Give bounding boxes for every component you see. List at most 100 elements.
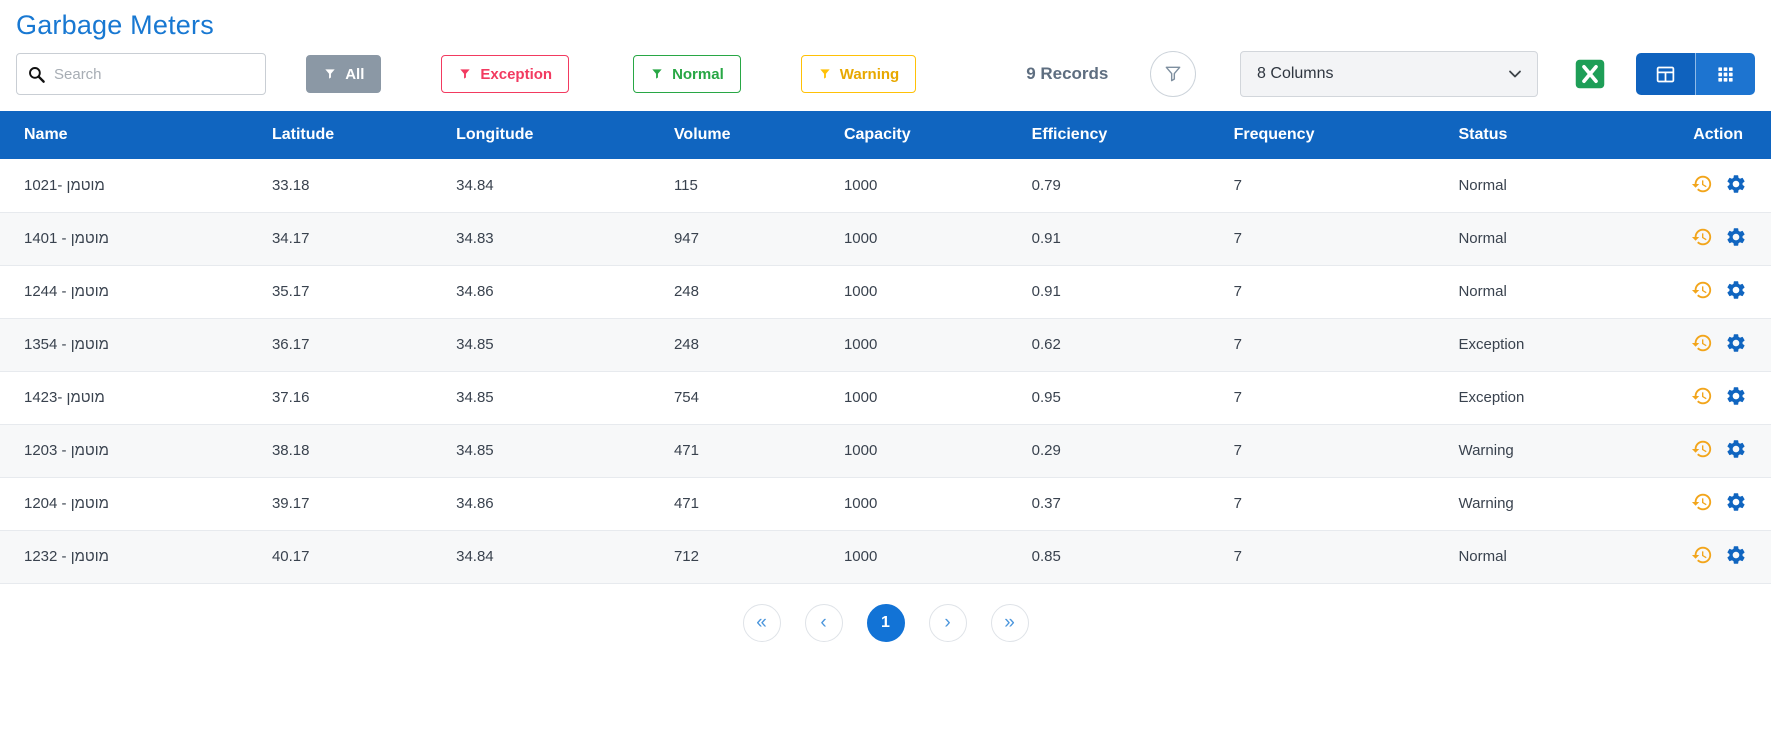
cell-volume: 248 bbox=[650, 318, 820, 371]
filter-warning-button[interactable]: Warning bbox=[801, 55, 916, 93]
cell-volume: 754 bbox=[650, 371, 820, 424]
cell-latitude: 35.17 bbox=[248, 265, 432, 318]
pagination-prev-button[interactable]: ‹ bbox=[805, 604, 843, 642]
funnel-icon bbox=[458, 67, 472, 81]
cell-action bbox=[1651, 424, 1771, 477]
pagination-last-button[interactable]: » bbox=[991, 604, 1029, 642]
cell-name: 1204 - מוטמן bbox=[0, 477, 248, 530]
settings-gear-icon[interactable] bbox=[1721, 489, 1751, 518]
column-header-latitude[interactable]: Latitude bbox=[248, 111, 432, 159]
cell-capacity: 1000 bbox=[820, 530, 1008, 583]
cell-latitude: 39.17 bbox=[248, 477, 432, 530]
funnel-icon bbox=[323, 67, 337, 81]
funnel-icon bbox=[650, 67, 664, 81]
pagination-next-button[interactable]: › bbox=[929, 604, 967, 642]
column-header-capacity[interactable]: Capacity bbox=[820, 111, 1008, 159]
cell-latitude: 34.17 bbox=[248, 212, 432, 265]
cell-frequency: 7 bbox=[1210, 212, 1435, 265]
cell-longitude: 34.84 bbox=[432, 159, 650, 212]
cell-status: Exception bbox=[1434, 371, 1650, 424]
filter-menu-button[interactable] bbox=[1150, 51, 1196, 97]
cell-capacity: 1000 bbox=[820, 424, 1008, 477]
cell-efficiency: 0.37 bbox=[1008, 477, 1210, 530]
cell-volume: 712 bbox=[650, 530, 820, 583]
cell-frequency: 7 bbox=[1210, 159, 1435, 212]
chevron-down-icon bbox=[1507, 66, 1523, 82]
table-row: 1232 - מוטמן 40.17 34.84 712 1000 0.85 7… bbox=[0, 530, 1771, 583]
cell-longitude: 34.86 bbox=[432, 265, 650, 318]
cell-volume: 471 bbox=[650, 424, 820, 477]
cell-efficiency: 0.62 bbox=[1008, 318, 1210, 371]
settings-gear-icon[interactable] bbox=[1721, 171, 1751, 200]
cell-volume: 115 bbox=[650, 159, 820, 212]
grid-view-button[interactable] bbox=[1695, 53, 1755, 95]
history-icon[interactable] bbox=[1687, 224, 1717, 253]
excel-export-button[interactable] bbox=[1572, 56, 1608, 92]
table-row: 1204 - מוטמן 39.17 34.86 471 1000 0.37 7… bbox=[0, 477, 1771, 530]
cell-capacity: 1000 bbox=[820, 159, 1008, 212]
cell-volume: 248 bbox=[650, 265, 820, 318]
cell-name: 1232 - מוטמן bbox=[0, 530, 248, 583]
double-chevron-left-icon: « bbox=[756, 613, 767, 632]
table-view-button[interactable] bbox=[1636, 53, 1696, 95]
history-icon[interactable] bbox=[1687, 489, 1717, 518]
settings-gear-icon[interactable] bbox=[1721, 224, 1751, 253]
meters-table: Name Latitude Longitude Volume Capacity … bbox=[0, 111, 1771, 584]
cell-capacity: 1000 bbox=[820, 477, 1008, 530]
funnel-icon bbox=[818, 67, 832, 81]
cell-action bbox=[1651, 265, 1771, 318]
cell-latitude: 37.16 bbox=[248, 371, 432, 424]
cell-volume: 947 bbox=[650, 212, 820, 265]
table-header-row: Name Latitude Longitude Volume Capacity … bbox=[0, 111, 1771, 159]
cell-longitude: 34.84 bbox=[432, 530, 650, 583]
column-header-name[interactable]: Name bbox=[0, 111, 248, 159]
filter-normal-button[interactable]: Normal bbox=[633, 55, 741, 93]
cell-frequency: 7 bbox=[1210, 424, 1435, 477]
search-input[interactable] bbox=[54, 66, 255, 83]
cell-action bbox=[1651, 212, 1771, 265]
settings-gear-icon[interactable] bbox=[1721, 542, 1751, 571]
table-body: 1021- מוטמן 33.18 34.84 115 1000 0.79 7 … bbox=[0, 159, 1771, 583]
cell-action bbox=[1651, 371, 1771, 424]
cell-action bbox=[1651, 477, 1771, 530]
history-icon[interactable] bbox=[1687, 277, 1717, 306]
records-count: 9 Records bbox=[1026, 64, 1108, 84]
filter-exception-button[interactable]: Exception bbox=[441, 55, 569, 93]
history-icon[interactable] bbox=[1687, 383, 1717, 412]
filter-all-button[interactable]: All bbox=[306, 55, 381, 93]
cell-name: 1423- מוטמן bbox=[0, 371, 248, 424]
history-icon[interactable] bbox=[1687, 542, 1717, 571]
columns-select[interactable]: 8 Columns bbox=[1240, 51, 1538, 97]
column-header-longitude[interactable]: Longitude bbox=[432, 111, 650, 159]
cell-volume: 471 bbox=[650, 477, 820, 530]
settings-gear-icon[interactable] bbox=[1721, 383, 1751, 412]
column-header-efficiency[interactable]: Efficiency bbox=[1008, 111, 1210, 159]
cell-status: Normal bbox=[1434, 159, 1650, 212]
column-header-status[interactable]: Status bbox=[1434, 111, 1650, 159]
funnel-outline-icon bbox=[1163, 64, 1183, 84]
toolbar: All Exception Normal Warning 9 Records bbox=[0, 47, 1771, 101]
cell-action bbox=[1651, 530, 1771, 583]
settings-gear-icon[interactable] bbox=[1721, 330, 1751, 359]
history-icon[interactable] bbox=[1687, 171, 1717, 200]
settings-gear-icon[interactable] bbox=[1721, 436, 1751, 465]
pagination-first-button[interactable]: « bbox=[743, 604, 781, 642]
history-icon[interactable] bbox=[1687, 330, 1717, 359]
table-row: 1354 - מוטמן 36.17 34.85 248 1000 0.62 7… bbox=[0, 318, 1771, 371]
excel-icon bbox=[1572, 56, 1608, 92]
grid-view-icon bbox=[1716, 65, 1735, 84]
search-box bbox=[16, 53, 266, 95]
garbage-meters-page: Garbage Meters All Exception No bbox=[0, 0, 1771, 730]
cell-capacity: 1000 bbox=[820, 371, 1008, 424]
cell-status: Normal bbox=[1434, 530, 1650, 583]
chevron-right-icon: › bbox=[944, 613, 950, 632]
cell-longitude: 34.85 bbox=[432, 318, 650, 371]
cell-efficiency: 0.85 bbox=[1008, 530, 1210, 583]
cell-name: 1021- מוטמן bbox=[0, 159, 248, 212]
column-header-volume[interactable]: Volume bbox=[650, 111, 820, 159]
pagination-page-1-button[interactable]: 1 bbox=[867, 604, 905, 642]
column-header-frequency[interactable]: Frequency bbox=[1210, 111, 1435, 159]
cell-longitude: 34.83 bbox=[432, 212, 650, 265]
history-icon[interactable] bbox=[1687, 436, 1717, 465]
settings-gear-icon[interactable] bbox=[1721, 277, 1751, 306]
